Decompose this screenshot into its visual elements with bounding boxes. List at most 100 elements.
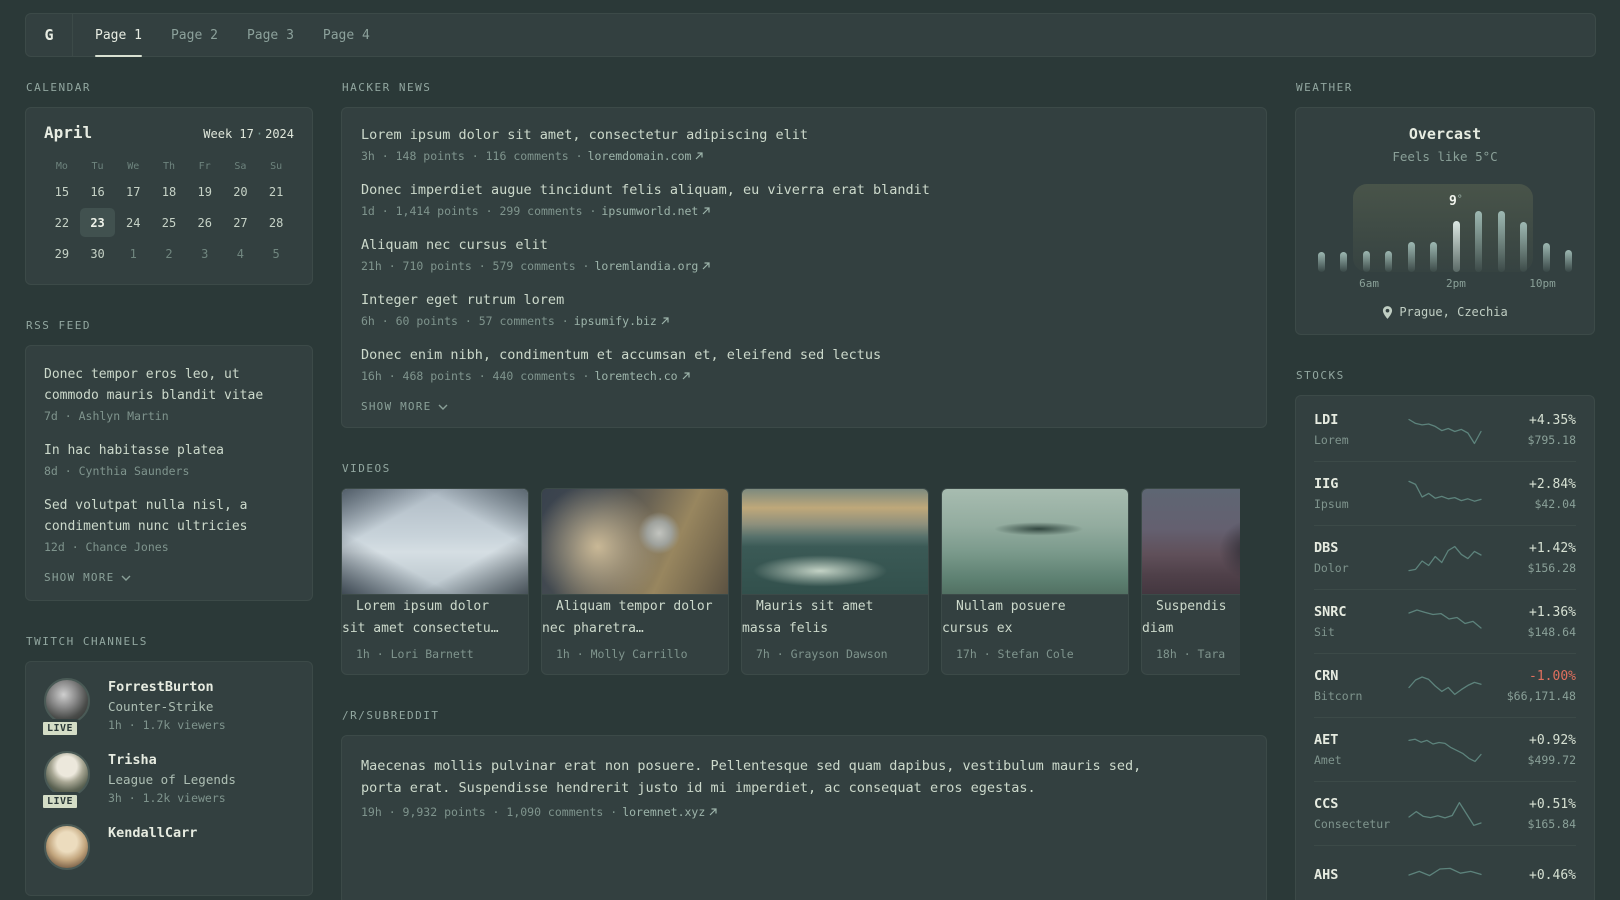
- stock-row[interactable]: AHS +0.46%: [1314, 845, 1576, 900]
- subreddit-domain-link[interactable]: loremnet.xyz: [622, 805, 717, 819]
- hn-item: Lorem ipsum dolor sit amet, consectetur …: [361, 125, 1247, 163]
- video-title[interactable]: Aliquam tempor dolor nec pharetra…: [542, 588, 713, 636]
- stock-row[interactable]: DBS Dolor +1.42% $156.28: [1314, 525, 1576, 589]
- video-thumbnail[interactable]: [342, 489, 528, 595]
- calendar-day: 16: [90, 184, 105, 199]
- video-card[interactable]: Aliquam tempor dolor nec pharetra… 1h · …: [541, 488, 729, 675]
- stock-row[interactable]: CRN Bitcorn -1.00% $66,171.48: [1314, 653, 1576, 717]
- video-card[interactable]: Suspendis diam 18h · Tara: [1141, 488, 1240, 675]
- video-meta: 7h · Grayson Dawson: [756, 647, 888, 661]
- stock-price: $156.28: [1527, 560, 1576, 575]
- calendar-day: 19: [197, 184, 212, 199]
- video-card[interactable]: Mauris sit amet massa felis 7h · Grayson…: [741, 488, 929, 675]
- stock-name: Bitcorn: [1314, 689, 1363, 703]
- nav-tab[interactable]: Page 2: [171, 14, 218, 56]
- subreddit-post-title[interactable]: Maecenas mollis pulvinar erat non posuer…: [361, 755, 1247, 799]
- nav-tab[interactable]: Page 3: [247, 14, 294, 56]
- calendar-day: 21: [268, 184, 284, 199]
- nav-tab[interactable]: Page 4: [323, 14, 370, 56]
- avatar: [44, 678, 90, 724]
- channel-name[interactable]: KendallCarr: [108, 825, 197, 841]
- calendar-day: 30: [90, 246, 105, 261]
- stock-values: -1.00% $66,171.48: [1481, 669, 1576, 703]
- avatar-wrap: LIVE: [40, 751, 92, 811]
- hn-title-link[interactable]: Aliquam nec cursus elit: [361, 235, 1247, 255]
- hn-meta-row: 16h · 468 points · 440 comments · loremt…: [361, 369, 1247, 383]
- stock-name: Consectetur: [1314, 817, 1391, 831]
- video-title[interactable]: Nullam posuere cursus ex: [942, 588, 1066, 636]
- video-thumbnail[interactable]: [1142, 489, 1240, 595]
- stock-row[interactable]: CCS Consectetur +0.51% $165.84: [1314, 781, 1576, 845]
- hn-item: Donec enim nibh, condimentum et accumsan…: [361, 345, 1247, 383]
- twitch-channel[interactable]: LIVE Trisha League of Legends 3h · 1.2k …: [40, 751, 294, 811]
- video-thumbnail[interactable]: [742, 489, 928, 595]
- channel-name[interactable]: Trisha: [108, 752, 236, 768]
- weather-card: Overcast Feels like 5°C 9° 6am 2pm 10pm Pr…: [1295, 107, 1595, 335]
- hn-meta-text: 1d · 1,414 points · 299 comments ·: [361, 204, 597, 218]
- rss-show-more-button[interactable]: SHOW MORE: [44, 571, 131, 584]
- hn-domain-link[interactable]: ipsumify.biz: [574, 314, 669, 328]
- hn-domain-link[interactable]: loremlandia.org: [594, 259, 710, 273]
- weekday-label: Su: [270, 161, 283, 172]
- channel-game: Counter-Strike: [108, 699, 214, 714]
- hn-domain: loremdomain.com: [587, 149, 692, 163]
- stock-change: +1.36%: [1529, 604, 1576, 620]
- stock-values: +1.36% $148.64: [1481, 605, 1576, 639]
- stock-row[interactable]: IIG Ipsum +2.84% $42.04: [1314, 461, 1576, 525]
- hn-meta-text: 3h · 148 points · 116 comments ·: [361, 149, 583, 163]
- stock-row[interactable]: SNRC Sit +1.36% $148.64: [1314, 589, 1576, 653]
- twitch-channel[interactable]: KendallCarr: [44, 824, 294, 870]
- stock-row[interactable]: AET Amet +0.92% $499.72: [1314, 717, 1576, 781]
- video-thumbnail[interactable]: [542, 489, 728, 595]
- stock-price: $165.84: [1527, 816, 1576, 831]
- weekday-label: Th: [162, 161, 176, 172]
- video-meta: 1h · Lori Barnett: [356, 647, 474, 661]
- subreddit-domain: loremnet.xyz: [622, 805, 706, 819]
- videos-row: Lorem ipsum dolor sit amet consectetu… 1…: [341, 488, 1240, 675]
- left-column: CALENDAR April Week 17 · 2024 Mo Tu We Th Fr Sa…: [25, 81, 313, 900]
- channel-name[interactable]: ForrestBurton: [108, 679, 226, 695]
- hn-title-link[interactable]: Donec enim nibh, condimentum et accumsan…: [361, 345, 1247, 365]
- video-meta: 1h · Molly Carrillo: [556, 647, 688, 661]
- stock-values: +0.92% $499.72: [1481, 733, 1576, 767]
- stock-id: SNRC Sit: [1314, 604, 1409, 639]
- calendar-year: 2024: [265, 127, 294, 141]
- rss-item: Sed volutpat nulla nisl, a condimentum n…: [44, 495, 294, 554]
- hn-title-link[interactable]: Integer eget rutrum lorem: [361, 290, 1247, 310]
- hn-domain-link[interactable]: loremtech.co: [594, 369, 690, 383]
- calendar-day: 1: [129, 246, 137, 261]
- hn-title-link[interactable]: Lorem ipsum dolor sit amet, consectetur …: [361, 125, 1247, 145]
- time-label: 10pm: [1529, 277, 1556, 290]
- stock-ticker: SNRC: [1314, 604, 1347, 620]
- calendar-day: 20: [233, 184, 248, 199]
- video-card[interactable]: Nullam posuere cursus ex 17h · Stefan Co…: [941, 488, 1129, 675]
- calendar-day: 15: [54, 184, 70, 199]
- avatar: [44, 751, 90, 797]
- hn-domain: ipsumworld.net: [601, 204, 699, 218]
- nav-tab[interactable]: Page 1: [95, 14, 142, 57]
- hn-show-more-button[interactable]: SHOW MORE: [361, 400, 448, 413]
- video-title[interactable]: Mauris sit amet massa felis: [742, 588, 873, 636]
- video-card[interactable]: Lorem ipsum dolor sit amet consectetu… 1…: [341, 488, 529, 675]
- rss-item-title[interactable]: In hac habitasse platea: [44, 440, 294, 461]
- stock-name: Lorem: [1314, 433, 1349, 447]
- video-title[interactable]: Lorem ipsum dolor sit amet consectetu…: [342, 588, 513, 636]
- stock-sparkline: [1409, 479, 1481, 509]
- video-title[interactable]: Suspendis diam: [1142, 588, 1226, 636]
- hn-title-link[interactable]: Donec imperdiet augue tincidunt felis al…: [361, 180, 1247, 200]
- rss-item-title[interactable]: Donec tempor eros leo, ut commodo mauris…: [44, 364, 294, 406]
- stock-row[interactable]: LDI Lorem +4.35% $795.18: [1314, 398, 1576, 461]
- hn-domain-link[interactable]: ipsumworld.net: [601, 204, 710, 218]
- show-more-label: SHOW MORE: [361, 400, 432, 413]
- video-thumbnail[interactable]: [942, 489, 1128, 595]
- calendar-header: April Week 17 · 2024: [44, 123, 294, 142]
- stock-change: -1.00%: [1529, 668, 1576, 684]
- stock-id: DBS Dolor: [1314, 540, 1409, 575]
- hn-domain-link[interactable]: loremdomain.com: [588, 149, 704, 163]
- hn-meta-row: 1d · 1,414 points · 299 comments · ipsum…: [361, 204, 1247, 218]
- stock-price: $66,171.48: [1506, 688, 1576, 703]
- weather-bar: [1362, 251, 1370, 272]
- rss-item-title[interactable]: Sed volutpat nulla nisl, a condimentum n…: [44, 495, 294, 537]
- twitch-channel[interactable]: LIVE ForrestBurton Counter-Strike 1h · 1…: [40, 678, 294, 738]
- nav-tabs: Page 1 Page 2 Page 3 Page 4: [95, 14, 370, 57]
